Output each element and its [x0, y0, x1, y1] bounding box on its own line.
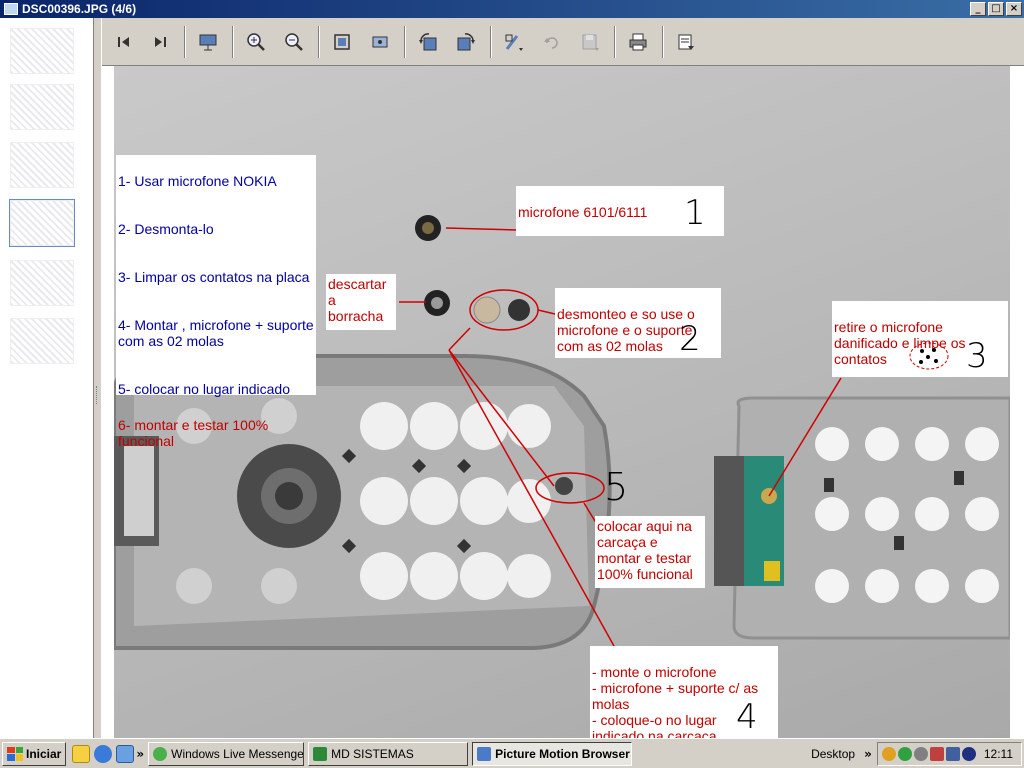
properties-button[interactable]	[672, 28, 700, 56]
actual-size-icon	[372, 36, 388, 48]
note-number-1: 1	[684, 193, 706, 233]
skip-forward-icon	[155, 37, 166, 47]
step-4: 4- Montar , microfone + suporte com as 0…	[118, 317, 314, 349]
slideshow-icon	[199, 34, 217, 51]
microphone-parts	[415, 215, 530, 324]
zoom-out-button[interactable]	[280, 28, 308, 56]
save-button[interactable]	[576, 28, 604, 56]
thumbnail-panel	[0, 18, 94, 738]
undo-icon	[544, 37, 558, 49]
note-number-3: 3	[966, 336, 988, 376]
note-number-2: 2	[679, 319, 701, 359]
thumbnail-5[interactable]	[10, 260, 74, 306]
network-icon[interactable]	[913, 747, 928, 761]
antivirus-icon[interactable]	[929, 747, 944, 761]
panel-splitter[interactable]	[94, 18, 102, 738]
internet-explorer-icon[interactable]	[94, 744, 113, 763]
note-place-here: colocar aqui na carcaça e montar e testa…	[595, 516, 705, 588]
last-image-button[interactable]	[146, 28, 174, 56]
start-button[interactable]: Iniciar	[2, 741, 67, 766]
messenger-tray-icon[interactable]	[897, 747, 912, 761]
windows-logo-icon	[7, 746, 23, 761]
app-icon	[4, 3, 18, 15]
image-viewer: 1- Usar microfone NOKIA 2- Desmonta-lo 3…	[102, 66, 1024, 738]
note-number-4: 4	[736, 697, 758, 737]
note-number-5: 5	[604, 465, 629, 509]
fit-to-window-button[interactable]	[328, 28, 356, 56]
slideshow-button[interactable]	[194, 28, 222, 56]
circuit-board	[714, 396, 1010, 640]
zoom-in-icon	[247, 33, 265, 51]
system-tray: Desktop » 12:11	[811, 742, 1022, 766]
thumbnail-2[interactable]	[10, 84, 74, 130]
media-icon[interactable]	[961, 747, 976, 761]
folder-icon[interactable]	[72, 744, 91, 763]
photo: 1- Usar microfone NOKIA 2- Desmonta-lo 3…	[114, 66, 1010, 738]
first-image-button[interactable]	[110, 28, 138, 56]
task-windows-live-messenger[interactable]: Windows Live Messenger	[148, 741, 305, 766]
thumbnail-1[interactable]	[10, 28, 74, 74]
show-desktop-icon[interactable]	[116, 744, 135, 763]
step-3: 3- Limpar os contatos na placa	[118, 269, 310, 285]
step-1: 1- Usar microfone NOKIA	[118, 173, 277, 189]
note-discard-rubber: descartar a borracha	[326, 274, 396, 330]
printer-icon	[629, 33, 647, 51]
title-bar: DSC00396.JPG (4/6) _ □ ×	[0, 0, 1024, 18]
tray-chevron[interactable]: »	[864, 747, 872, 761]
note-assemble: - monte o microfone - microfone + suport…	[590, 646, 778, 738]
note-remove-damaged: retire o microfone danificado e limpe os…	[832, 301, 1008, 377]
task-picture-motion-browser[interactable]: Picture Motion Browser	[472, 741, 633, 766]
zoom-out-icon	[285, 33, 303, 51]
quick-launch-chevron[interactable]: »	[136, 747, 144, 761]
skip-back-icon	[118, 37, 129, 47]
taskbar: Iniciar » Windows Live Messenger MD SIST…	[0, 738, 1024, 768]
actual-size-button[interactable]	[366, 28, 394, 56]
maximize-button[interactable]: □	[988, 2, 1004, 16]
toolbar	[102, 18, 1024, 66]
note-microphone-model: microfone 6101/6111 1	[516, 186, 724, 236]
rotate-left-button[interactable]	[414, 28, 442, 56]
app-icon-md-sistemas	[313, 746, 328, 761]
note-disassemble: desmonteo e so use o microfone e o supor…	[555, 288, 721, 358]
picture-browser-icon	[477, 746, 492, 761]
task-md-sistemas[interactable]: MD SISTEMAS	[308, 741, 469, 766]
save-icon	[582, 34, 599, 51]
undo-button[interactable]	[538, 28, 566, 56]
contacts-sketch-icon	[909, 342, 949, 370]
clock: 12:11	[983, 747, 1013, 761]
thumbnail-3[interactable]	[10, 142, 74, 188]
desktop-toolbar[interactable]: Desktop	[811, 747, 855, 761]
quick-launch	[72, 744, 135, 763]
display-icon[interactable]	[945, 747, 960, 761]
step-6: 6- montar e testar 100% funcional	[118, 417, 269, 449]
fit-window-icon	[334, 34, 350, 50]
edit-tools-icon	[505, 34, 523, 51]
zoom-in-button[interactable]	[242, 28, 270, 56]
phone-housing	[114, 354, 612, 650]
step-2: 2- Desmonta-lo	[118, 221, 214, 237]
print-button[interactable]	[624, 28, 652, 56]
properties-icon	[678, 34, 694, 50]
minimize-button[interactable]: _	[970, 2, 986, 16]
thumbnail-6[interactable]	[10, 318, 74, 364]
security-shield-icon[interactable]	[881, 747, 896, 761]
messenger-icon	[153, 746, 168, 761]
edit-tools-button[interactable]	[500, 28, 528, 56]
close-button[interactable]: ×	[1006, 2, 1022, 16]
thumbnail-4[interactable]	[9, 199, 75, 247]
window-title: DSC00396.JPG (4/6)	[22, 2, 137, 16]
rotate-right-button[interactable]	[452, 28, 480, 56]
rotate-left-icon	[419, 33, 437, 51]
steps-list: 1- Usar microfone NOKIA 2- Desmonta-lo 3…	[116, 155, 316, 449]
rotate-right-icon	[457, 33, 475, 51]
step-5: 5- colocar no lugar indicado	[118, 381, 290, 397]
